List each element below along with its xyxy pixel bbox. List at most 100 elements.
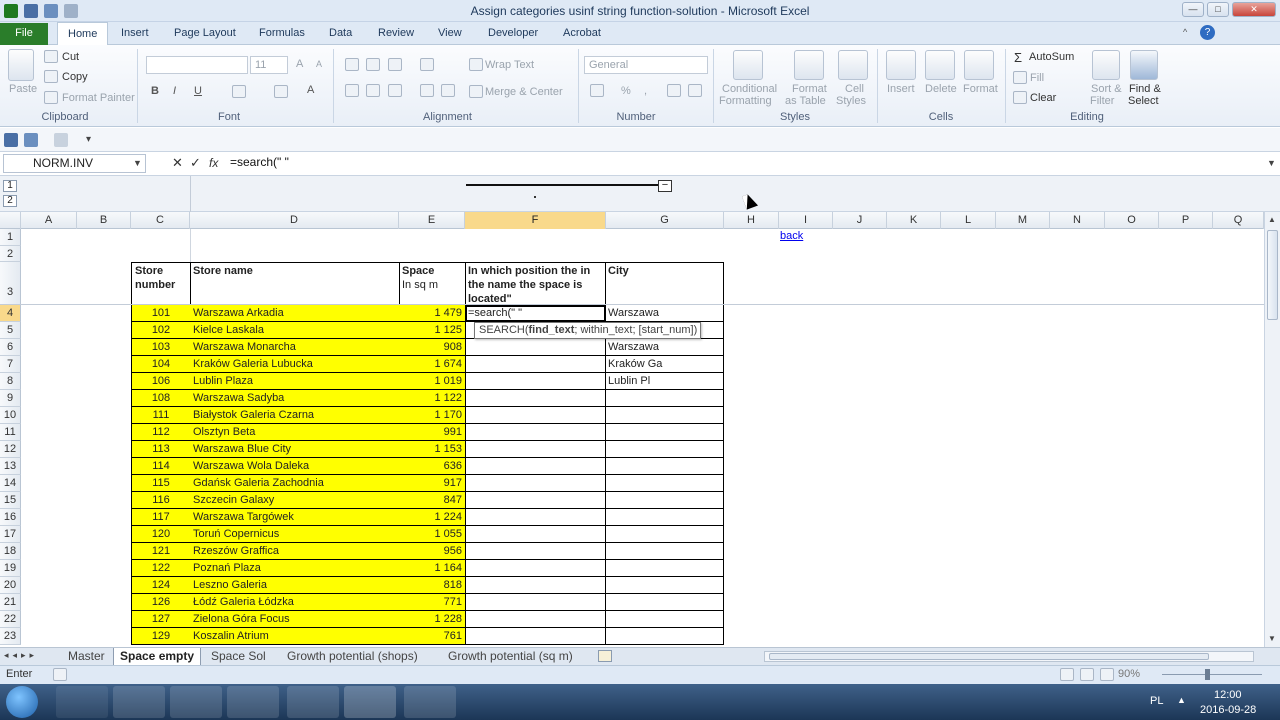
scroll-up-icon[interactable]: ▲ bbox=[1268, 215, 1276, 224]
cancel-entry-icon[interactable]: ✕ bbox=[172, 155, 183, 171]
store-name-cell[interactable]: Lublin Plaza bbox=[190, 373, 400, 390]
position-cell[interactable] bbox=[465, 339, 606, 356]
horizontal-scroll-thumb[interactable] bbox=[769, 653, 1209, 660]
wrap-text-button[interactable]: Wrap Text bbox=[485, 59, 534, 71]
worksheet-grid[interactable]: 1 2 3 4 5 6 7 8 9 10 11 12 13 14 15 16 17 18 19 20 21 22 23 St… bbox=[0, 229, 1264, 647]
row-header[interactable]: 23 bbox=[0, 628, 21, 645]
space-cell[interactable]: 1 153 bbox=[399, 441, 466, 458]
row-header[interactable]: 2 bbox=[0, 246, 21, 262]
store-number-cell[interactable]: 124 bbox=[131, 577, 191, 594]
store-name-cell[interactable]: Koszalin Atrium bbox=[190, 628, 400, 645]
city-cell[interactable] bbox=[605, 577, 724, 594]
space-cell[interactable]: 1 055 bbox=[399, 526, 466, 543]
column-header[interactable]: C bbox=[131, 212, 190, 229]
city-cell[interactable] bbox=[605, 475, 724, 492]
page-break-view-icon[interactable] bbox=[1100, 668, 1114, 681]
store-number-cell[interactable]: 111 bbox=[131, 407, 191, 424]
grow-font-icon[interactable]: A bbox=[296, 58, 303, 70]
format-cells-icon[interactable] bbox=[964, 50, 994, 80]
space-cell[interactable]: 1 170 bbox=[399, 407, 466, 424]
cell-styles-label-2[interactable]: Styles bbox=[836, 95, 866, 107]
paste-icon[interactable] bbox=[8, 49, 34, 81]
position-cell[interactable] bbox=[465, 628, 606, 645]
insert-cells-icon[interactable] bbox=[886, 50, 916, 80]
store-name-cell[interactable]: Warszawa Blue City bbox=[190, 441, 400, 458]
underline-button[interactable]: U bbox=[194, 85, 202, 97]
column-header[interactable]: J bbox=[833, 212, 887, 229]
active-cell-f4[interactable]: =search(" " bbox=[465, 305, 606, 322]
position-cell[interactable] bbox=[465, 594, 606, 611]
store-name-cell[interactable]: Szczecin Galaxy bbox=[190, 492, 400, 509]
tab-formulas[interactable]: Formulas bbox=[249, 22, 315, 45]
city-cell[interactable]: Warszawa bbox=[605, 339, 724, 356]
space-cell[interactable]: 956 bbox=[399, 543, 466, 560]
space-cell[interactable]: 1 125 bbox=[399, 322, 466, 339]
city-cell[interactable] bbox=[605, 543, 724, 560]
row-header[interactable]: 13 bbox=[0, 458, 21, 475]
binoculars-icon[interactable] bbox=[1130, 50, 1158, 80]
city-cell[interactable] bbox=[605, 492, 724, 509]
row-header[interactable]: 19 bbox=[0, 560, 21, 577]
excel-taskbar-icon[interactable] bbox=[344, 686, 396, 718]
position-cell[interactable] bbox=[465, 492, 606, 509]
store-name-cell[interactable]: Poznań Plaza bbox=[190, 560, 400, 577]
store-name-cell[interactable]: Kraków Galeria Lubucka bbox=[190, 356, 400, 373]
store-number-cell[interactable]: 104 bbox=[131, 356, 191, 373]
row-header[interactable]: 20 bbox=[0, 577, 21, 594]
store-name-cell[interactable]: Zielona Góra Focus bbox=[190, 611, 400, 628]
sheet-tab-space-empty[interactable]: Space empty bbox=[113, 648, 202, 665]
header-store-number[interactable]: Store number bbox=[131, 262, 191, 305]
zoom-level[interactable]: 90% bbox=[1118, 668, 1140, 680]
city-cell[interactable] bbox=[605, 594, 724, 611]
space-cell[interactable]: 991 bbox=[399, 424, 466, 441]
store-name-cell[interactable]: Kielce Laskala bbox=[190, 322, 400, 339]
borders-icon[interactable] bbox=[232, 85, 246, 98]
align-center-icon[interactable] bbox=[366, 84, 380, 97]
cell-styles-label-1[interactable]: Cell bbox=[845, 83, 864, 95]
store-number-cell[interactable]: 112 bbox=[131, 424, 191, 441]
position-cell[interactable] bbox=[465, 356, 606, 373]
store-number-cell[interactable]: 106 bbox=[131, 373, 191, 390]
store-number-cell[interactable]: 101 bbox=[131, 305, 191, 322]
store-name-cell[interactable]: Leszno Galeria bbox=[190, 577, 400, 594]
format-as-table-icon[interactable] bbox=[794, 50, 824, 80]
store-number-cell[interactable]: 127 bbox=[131, 611, 191, 628]
clock-time[interactable]: 12:00 bbox=[1214, 689, 1242, 701]
currency-icon[interactable] bbox=[590, 84, 604, 97]
store-number-cell[interactable]: 122 bbox=[131, 560, 191, 577]
row-header[interactable]: 16 bbox=[0, 509, 21, 526]
city-cell[interactable]: Lublin Pl bbox=[605, 373, 724, 390]
position-cell[interactable] bbox=[465, 509, 606, 526]
position-cell[interactable] bbox=[465, 458, 606, 475]
row-header[interactable]: 17 bbox=[0, 526, 21, 543]
align-top-icon[interactable] bbox=[345, 58, 359, 71]
column-header[interactable]: A bbox=[21, 212, 77, 229]
align-right-icon[interactable] bbox=[388, 84, 402, 97]
store-name-cell[interactable]: Warszawa Arkadia bbox=[190, 305, 400, 322]
position-cell[interactable] bbox=[465, 441, 606, 458]
column-header[interactable]: M bbox=[996, 212, 1050, 229]
conditional-formatting-icon[interactable] bbox=[733, 50, 763, 80]
position-cell[interactable] bbox=[465, 475, 606, 492]
sheet-tab-growth-sqm[interactable]: Growth potential (sq m) bbox=[442, 648, 579, 665]
cut-button[interactable]: Cut bbox=[62, 51, 79, 63]
store-number-cell[interactable]: 120 bbox=[131, 526, 191, 543]
store-number-cell[interactable]: 129 bbox=[131, 628, 191, 645]
row-header[interactable]: 3 bbox=[0, 262, 21, 305]
tab-file[interactable]: File bbox=[0, 23, 48, 45]
header-store-name[interactable]: Store name bbox=[190, 262, 400, 305]
autosum-button[interactable]: AutoSum bbox=[1029, 51, 1074, 63]
outline-level-1-button[interactable]: 1 bbox=[3, 180, 17, 192]
space-cell[interactable]: 761 bbox=[399, 628, 466, 645]
position-cell[interactable] bbox=[465, 407, 606, 424]
row-header[interactable]: 22 bbox=[0, 611, 21, 628]
city-cell[interactable] bbox=[605, 424, 724, 441]
name-box[interactable]: NORM.INV bbox=[3, 154, 146, 173]
store-number-cell[interactable]: 108 bbox=[131, 390, 191, 407]
row-header[interactable]: 15 bbox=[0, 492, 21, 509]
city-cell[interactable] bbox=[605, 611, 724, 628]
row-header[interactable]: 11 bbox=[0, 424, 21, 441]
horizontal-scrollbar[interactable] bbox=[764, 651, 1254, 662]
row-header[interactable]: 4 bbox=[0, 305, 21, 322]
column-header[interactable]: K bbox=[887, 212, 941, 229]
